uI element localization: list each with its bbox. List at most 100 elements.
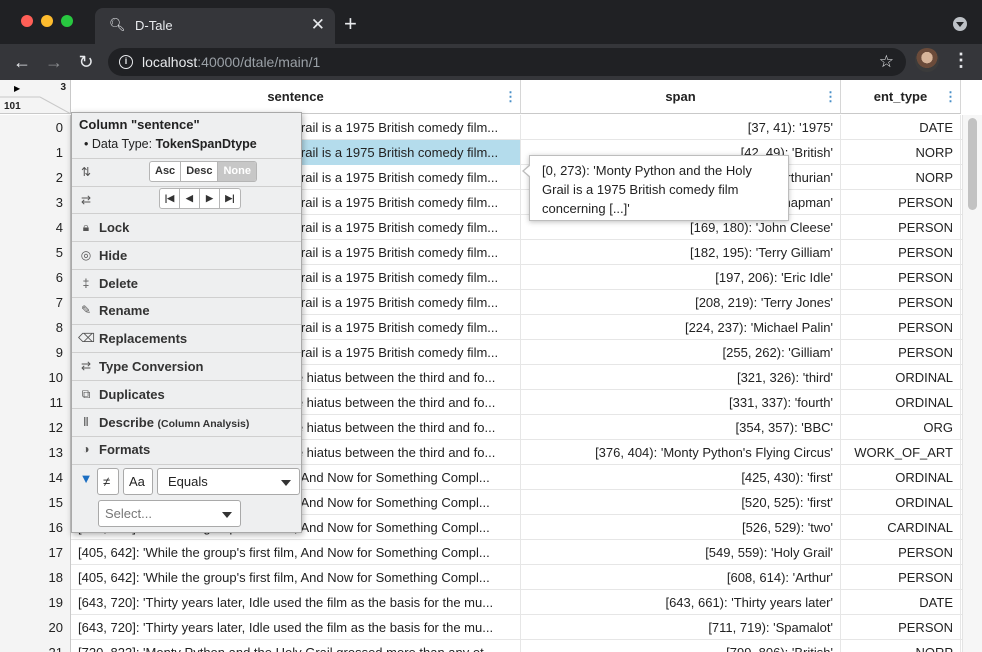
cell-sentence[interactable]: [405, 642]: 'While the group's first fil…	[71, 540, 521, 565]
row-index[interactable]: 10	[0, 365, 71, 390]
row-index[interactable]: 13	[0, 440, 71, 465]
not-equal-toggle[interactable]: ≠	[97, 468, 119, 495]
cell-ent-type[interactable]: NORP	[841, 165, 961, 190]
menu-item-describe[interactable]: Ⅱ Describe (Column Analysis)	[72, 409, 301, 437]
row-index[interactable]: 16	[0, 515, 71, 540]
tab-search-icon[interactable]	[953, 17, 967, 31]
row-index[interactable]: 18	[0, 565, 71, 590]
row-index[interactable]: 0	[0, 115, 71, 140]
cell-span[interactable]: [208, 219): 'Terry Jones'	[521, 290, 841, 315]
row-index[interactable]: 4	[0, 215, 71, 240]
cell-ent-type[interactable]: DATE	[841, 115, 961, 140]
minimize-window-button[interactable]	[41, 15, 53, 27]
sort-asc-button[interactable]: Asc	[150, 162, 182, 181]
cell-span[interactable]: [354, 357): 'BBC'	[521, 415, 841, 440]
address-bar[interactable]: i localhost:40000/dtale/main/1 ☆	[108, 48, 906, 76]
column-menu-icon[interactable]: ⋮	[944, 80, 957, 114]
row-index[interactable]: 2	[0, 165, 71, 190]
cell-span[interactable]: [197, 206): 'Eric Idle'	[521, 265, 841, 290]
cell-ent-type[interactable]: ORDINAL	[841, 465, 961, 490]
tab-close-icon[interactable]: ✕	[311, 15, 325, 35]
cell-ent-type[interactable]: PERSON	[841, 290, 961, 315]
case-sensitive-toggle[interactable]: Aa	[123, 468, 153, 495]
sort-desc-button[interactable]: Desc	[181, 162, 219, 181]
cell-sentence[interactable]: [643, 720]: 'Thirty years later, Idle us…	[71, 615, 521, 640]
reload-icon[interactable]: ↻	[74, 51, 98, 73]
cell-span[interactable]: [224, 237): 'Michael Palin'	[521, 315, 841, 340]
cell-ent-type[interactable]: PERSON	[841, 615, 961, 640]
browser-menu-icon[interactable]: ⋮	[952, 50, 970, 70]
cell-ent-type[interactable]: NORP	[841, 640, 961, 652]
menu-toggle-icon[interactable]: ▶	[14, 84, 20, 93]
cell-span[interactable]: [376, 404): 'Monty Python's Flying Circu…	[521, 440, 841, 465]
cell-span[interactable]: [526, 529): 'two'	[521, 515, 841, 540]
cell-ent-type[interactable]: ORDINAL	[841, 365, 961, 390]
menu-item-formats[interactable]: ◑ Formats	[72, 436, 301, 463]
menu-item-rename[interactable]: ✎ Rename	[72, 297, 301, 326]
move-right-button[interactable]: ▶	[200, 189, 220, 208]
cell-span[interactable]: [799, 806): 'British'	[521, 640, 841, 652]
browser-tab[interactable]: 🔍︎ D-Tale ✕	[95, 8, 335, 44]
cell-sentence[interactable]: [643, 720]: 'Thirty years later, Idle us…	[71, 590, 521, 615]
column-menu-icon[interactable]: ⋮	[824, 80, 837, 114]
close-window-button[interactable]	[21, 15, 33, 27]
cell-span[interactable]: [182, 195): 'Terry Gilliam'	[521, 240, 841, 265]
cell-ent-type[interactable]: CARDINAL	[841, 515, 961, 540]
cell-ent-type[interactable]: PERSON	[841, 240, 961, 265]
cell-sentence[interactable]: [720, 823]: 'Monty Python and the Holy G…	[71, 640, 521, 652]
menu-item-replacements[interactable]: ⌫ Replacements	[72, 325, 301, 354]
cell-span[interactable]: [425, 430): 'first'	[521, 465, 841, 490]
maximize-window-button[interactable]	[61, 15, 73, 27]
cell-span[interactable]: [711, 719): 'Spamalot'	[521, 615, 841, 640]
row-index[interactable]: 17	[0, 540, 71, 565]
scrollbar-thumb[interactable]	[968, 118, 977, 210]
row-index[interactable]: 6	[0, 265, 71, 290]
profile-avatar[interactable]	[915, 48, 939, 72]
cell-ent-type[interactable]: NORP	[841, 140, 961, 165]
menu-item-delete[interactable]: ‡ Delete	[72, 270, 301, 298]
cell-ent-type[interactable]: PERSON	[841, 315, 961, 340]
menu-item-lock[interactable]: 🔒︎ Lock	[72, 214, 301, 242]
cell-ent-type[interactable]: PERSON	[841, 540, 961, 565]
cell-span[interactable]: [37, 41): '1975'	[521, 115, 841, 140]
cell-sentence[interactable]: [405, 642]: 'While the group's first fil…	[71, 565, 521, 590]
cell-ent-type[interactable]: PERSON	[841, 265, 961, 290]
header-ent-type[interactable]: ent_type ⋮	[841, 80, 961, 114]
row-index[interactable]: 14	[0, 465, 71, 490]
row-index[interactable]: 9	[0, 340, 71, 365]
bookmark-star-icon[interactable]: ☆	[879, 52, 894, 72]
operator-select[interactable]: Equals	[157, 468, 300, 495]
filter-value-select[interactable]: Select...	[98, 500, 241, 527]
row-index[interactable]: 3	[0, 190, 71, 215]
cell-ent-type[interactable]: ORDINAL	[841, 390, 961, 415]
row-index[interactable]: 7	[0, 290, 71, 315]
cell-span[interactable]: [549, 559): 'Holy Grail'	[521, 540, 841, 565]
column-menu-icon[interactable]: ⋮	[504, 80, 517, 114]
menu-item-duplicates[interactable]: ⧉ Duplicates	[72, 381, 301, 409]
cell-span[interactable]: [608, 614): 'Arthur'	[521, 565, 841, 590]
row-index[interactable]: 11	[0, 390, 71, 415]
row-index[interactable]: 19	[0, 590, 71, 615]
menu-item-hide[interactable]: ◎ Hide	[72, 242, 301, 270]
move-to-back-button[interactable]: ▶|	[220, 189, 240, 208]
cell-ent-type[interactable]: WORK_OF_ART	[841, 440, 961, 465]
header-span[interactable]: span ⋮	[521, 80, 841, 114]
cell-span[interactable]: [255, 262): 'Gilliam'	[521, 340, 841, 365]
back-arrow-icon[interactable]: ←	[10, 51, 34, 73]
menu-item-type-conversion[interactable]: ⇄ Type Conversion	[72, 353, 301, 381]
cell-ent-type[interactable]: PERSON	[841, 215, 961, 240]
header-sentence[interactable]: sentence ⋮	[71, 80, 521, 114]
cell-ent-type[interactable]: DATE	[841, 590, 961, 615]
new-tab-button[interactable]: +	[344, 12, 357, 36]
row-index[interactable]: 20	[0, 615, 71, 640]
cell-ent-type[interactable]: PERSON	[841, 565, 961, 590]
cell-ent-type[interactable]: ORDINAL	[841, 490, 961, 515]
info-icon[interactable]: i	[119, 55, 133, 69]
cell-span[interactable]: [520, 525): 'first'	[521, 490, 841, 515]
sort-none-button[interactable]: None	[218, 162, 256, 181]
cell-ent-type[interactable]: PERSON	[841, 340, 961, 365]
forward-arrow-icon[interactable]: →	[42, 51, 66, 73]
row-index[interactable]: 8	[0, 315, 71, 340]
cell-ent-type[interactable]: ORG	[841, 415, 961, 440]
row-index[interactable]: 15	[0, 490, 71, 515]
